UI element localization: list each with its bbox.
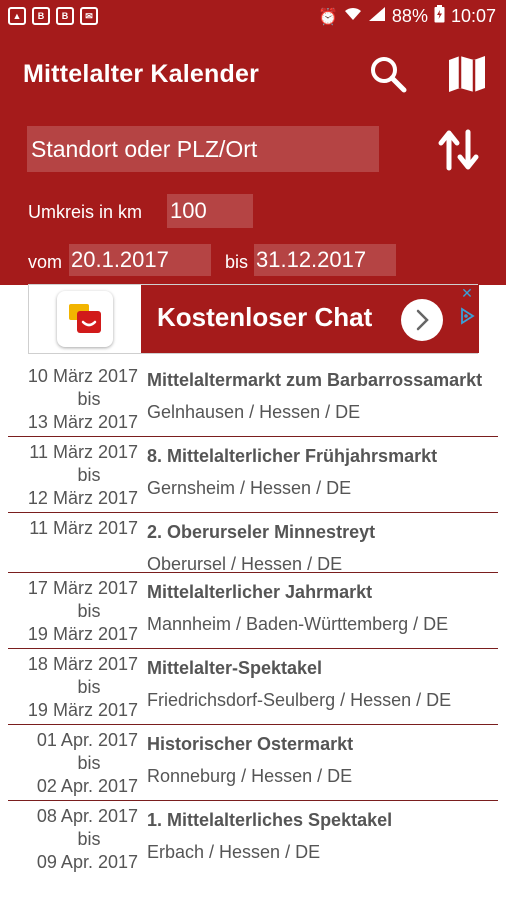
- from-date-label: vom: [28, 252, 63, 272]
- list-divider: [8, 648, 498, 649]
- event-name: Mittelalterlicher Jahrmarkt: [147, 582, 373, 602]
- event-location: Ronneburg / Hessen / DE: [147, 766, 353, 786]
- event-name: 8. Mittelalterlicher Frühjahrsmarkt: [147, 446, 438, 466]
- ad-logo: [57, 291, 113, 347]
- event-location: Erbach / Hessen / DE: [147, 842, 321, 862]
- location-input[interactable]: [27, 126, 379, 172]
- ad-banner[interactable]: Kostenloser Chat ✕: [28, 284, 479, 354]
- filter-panel: Umkreis in km vom bis: [0, 114, 506, 285]
- event-dates: 17 März 2017 bis 19 März 2017: [0, 577, 138, 646]
- list-divider: [8, 572, 498, 573]
- event-dates: 01 Apr. 2017 bis 02 Apr. 2017: [0, 729, 138, 798]
- alarm-icon: ⏰: [318, 8, 338, 26]
- event-dates: 11 März 2017: [0, 517, 138, 540]
- event-location: Gernsheim / Hessen / DE: [147, 478, 352, 498]
- news-notification-icon: B: [32, 7, 50, 25]
- event-date-separator: bis: [77, 677, 101, 697]
- event-name: 1. Mittelalterliches Spektakel: [147, 810, 393, 830]
- event-end-date: 13 März 2017: [27, 412, 138, 432]
- event-end-date: 19 März 2017: [27, 700, 138, 720]
- event-end-date: 09 Apr. 2017: [36, 852, 138, 872]
- event-location: Mannheim / Baden-Württemberg / DE: [147, 614, 449, 634]
- adchoices-icon[interactable]: [459, 307, 475, 325]
- swap-sort-icon[interactable]: [436, 128, 482, 172]
- event-dates: 08 Apr. 2017 bis 09 Apr. 2017: [0, 805, 138, 874]
- battery-percent: 88%: [391, 6, 428, 26]
- event-start-date: 11 März 2017: [29, 442, 138, 462]
- search-icon[interactable]: [368, 54, 408, 94]
- app-bar: Mittelalter Kalender: [0, 34, 506, 114]
- list-divider: [8, 436, 498, 437]
- battery-icon: [434, 5, 445, 28]
- from-date-input[interactable]: [69, 244, 211, 276]
- event-start-date: 18 März 2017: [27, 654, 138, 674]
- event-start-date: 11 März 2017: [29, 518, 138, 538]
- event-end-date: 19 März 2017: [27, 624, 138, 644]
- event-dates: 18 März 2017 bis 19 März 2017: [0, 653, 138, 722]
- chevron-right-icon[interactable]: [401, 299, 443, 341]
- clock: 10:07: [450, 6, 496, 26]
- event-dates: 10 März 2017 bis 13 März 2017: [0, 365, 138, 434]
- event-start-date: 01 Apr. 2017: [36, 730, 138, 750]
- list-divider: [8, 724, 498, 725]
- to-date-label: bis: [225, 252, 249, 272]
- event-start-date: 10 März 2017: [27, 366, 138, 386]
- event-date-separator: bis: [77, 465, 101, 485]
- wifi-icon: [344, 6, 362, 27]
- event-date-separator: bis: [77, 753, 101, 773]
- radius-label: Umkreis in km: [28, 202, 143, 222]
- signal-icon: [368, 6, 386, 27]
- event-date-separator: bis: [77, 601, 101, 621]
- event-date-separator: bis: [77, 829, 101, 849]
- news-notification-icon-2: B: [56, 7, 74, 25]
- event-end-date: 02 Apr. 2017: [36, 776, 138, 796]
- event-start-date: 08 Apr. 2017: [36, 806, 138, 826]
- map-icon[interactable]: [446, 54, 488, 94]
- event-name: Mittelalter-Spektakel: [147, 658, 323, 678]
- event-name: Historischer Ostermarkt: [147, 734, 354, 754]
- event-name: Mittelaltermarkt zum Barbarrossamarkt: [147, 370, 483, 390]
- mail-notification-icon: ✉: [80, 7, 98, 25]
- event-date-separator: bis: [77, 389, 101, 409]
- event-start-date: 17 März 2017: [27, 578, 138, 598]
- radius-input[interactable]: [167, 194, 253, 228]
- event-location: Gelnhausen / Hessen / DE: [147, 402, 361, 422]
- event-name: 2. Oberurseler Minnestreyt: [147, 522, 376, 542]
- event-end-date: 12 März 2017: [27, 488, 138, 508]
- app-title: Mittelalter Kalender: [23, 60, 260, 88]
- status-bar: ▲ B B ✉ ⏰ 88% 10:07: [0, 0, 506, 34]
- ad-text: Kostenloser Chat: [157, 302, 373, 332]
- ad-close-icon[interactable]: ✕: [459, 285, 475, 301]
- list-divider: [8, 512, 498, 513]
- event-dates: 11 März 2017 bis 12 März 2017: [0, 441, 138, 510]
- to-date-input[interactable]: [254, 244, 396, 276]
- list-divider: [8, 800, 498, 801]
- gallery-notification-icon: ▲: [8, 7, 26, 25]
- event-location: Friedrichsdorf-Seulberg / Hessen / DE: [147, 690, 452, 710]
